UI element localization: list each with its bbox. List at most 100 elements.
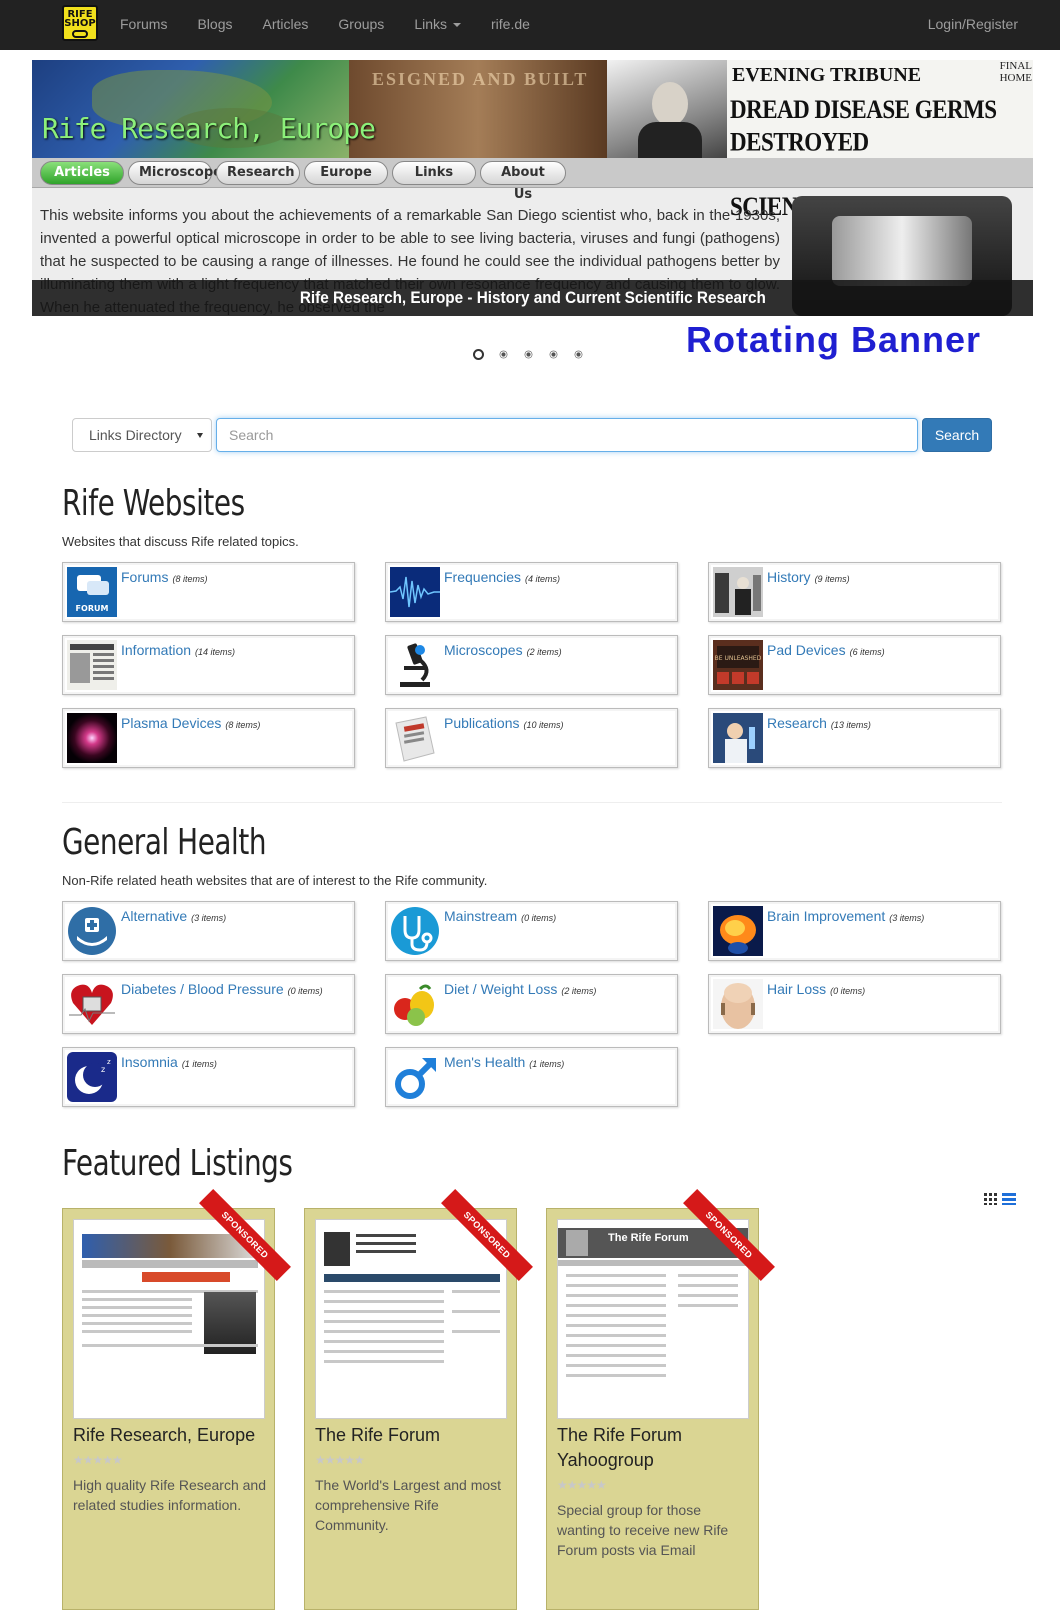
svg-text:z: z xyxy=(107,1058,111,1066)
category-card-mens-health[interactable]: Men's Health (1 items) xyxy=(385,1047,678,1107)
slider-dot[interactable] xyxy=(473,349,484,360)
item-count: (9 items) xyxy=(814,574,850,584)
banner-site-title: Rife Research, Europe xyxy=(42,112,376,145)
item-count: (8 items) xyxy=(225,720,261,730)
caret-down-icon xyxy=(453,23,461,28)
category-card-diet-weight-loss[interactable]: Diet / Weight Loss (2 items) xyxy=(385,974,678,1034)
item-count: (10 items) xyxy=(523,720,564,730)
listing-title[interactable]: The Rife Forum Yahoogroup xyxy=(557,1423,752,1473)
category-name[interactable]: Men's Health xyxy=(444,1054,525,1070)
category-name[interactable]: Frequencies xyxy=(444,569,521,585)
svg-text:z: z xyxy=(101,1065,105,1074)
category-name[interactable]: Diet / Weight Loss xyxy=(444,981,557,997)
nav-blogs[interactable]: Blogs xyxy=(182,0,247,50)
login-register-link[interactable]: Login/Register xyxy=(928,0,1018,48)
category-name[interactable]: Plasma Devices xyxy=(121,715,221,731)
category-name[interactable]: Diabetes / Blood Pressure xyxy=(121,981,284,997)
scientist-photo-head xyxy=(652,82,688,126)
directory-select[interactable]: Links Directory xyxy=(72,418,212,452)
category-name[interactable]: Brain Improvement xyxy=(767,908,885,924)
category-card-diabetes-blood-pressure[interactable]: Diabetes / Blood Pressure (0 items) xyxy=(62,974,355,1034)
category-name[interactable]: Hair Loss xyxy=(767,981,826,997)
category-card-forums[interactable]: FORUM Forums (8 items) xyxy=(62,562,355,622)
heart-icon xyxy=(67,979,117,1029)
svg-text:FORUM: FORUM xyxy=(76,604,109,613)
listing-title[interactable]: Rife Research, Europe xyxy=(73,1423,268,1448)
category-card-frequencies[interactable]: Frequencies (4 items) xyxy=(385,562,678,622)
banner-tab-europe[interactable]: Europe xyxy=(304,161,388,185)
category-card-research[interactable]: Research (13 items) xyxy=(708,708,1001,768)
item-count: (4 items) xyxy=(525,574,561,584)
category-name[interactable]: Alternative xyxy=(121,908,187,924)
category-name[interactable]: Pad Devices xyxy=(767,642,846,658)
bald-head-icon xyxy=(713,979,763,1029)
europe-map-image xyxy=(32,60,349,162)
nav-links-label: Links xyxy=(414,16,447,32)
nav-groups[interactable]: Groups xyxy=(323,0,399,50)
featured-listing-card[interactable]: SPONSORED Rife Research, Europe ★★★★★ Hi… xyxy=(62,1189,291,1610)
fruit-icon xyxy=(390,979,440,1029)
section-divider xyxy=(62,802,1002,803)
category-card-hair-loss[interactable]: Hair Loss (0 items) xyxy=(708,974,1001,1034)
category-name[interactable]: Mainstream xyxy=(444,908,517,924)
top-navbar: RIFE SHOP Forums Blogs Articles Groups L… xyxy=(0,0,1060,50)
category-name[interactable]: Research xyxy=(767,715,827,731)
male-symbol-icon xyxy=(390,1052,440,1102)
book-cover-text: ESIGNED AND BUILT xyxy=(372,69,589,89)
rotating-banner-annotation: Rotating Banner xyxy=(686,319,982,360)
item-count: (0 items) xyxy=(830,986,866,996)
list-view-icon[interactable] xyxy=(1002,1193,1016,1205)
category-name[interactable]: Insomnia xyxy=(121,1054,178,1070)
item-count: (6 items) xyxy=(849,647,885,657)
category-card-microscopes[interactable]: Microscopes (2 items) xyxy=(385,635,678,695)
search-button[interactable]: Search xyxy=(922,418,992,452)
dropdown-arrow-icon xyxy=(197,433,203,438)
category-name[interactable]: Microscopes xyxy=(444,642,523,658)
banner-tab-links[interactable]: Links xyxy=(392,161,476,185)
category-name[interactable]: Forums xyxy=(121,569,168,585)
nav-rife-de[interactable]: rife.de xyxy=(476,0,545,50)
category-card-plasma-devices[interactable]: Plasma Devices (8 items) xyxy=(62,708,355,768)
category-card-information[interactable]: Information (14 items) xyxy=(62,635,355,695)
grid-view-icon[interactable] xyxy=(984,1193,998,1205)
banner-caption-text: Rife Research, Europe - History and Curr… xyxy=(299,288,766,307)
banner-caption: Rife Research, Europe - History and Curr… xyxy=(32,280,1033,316)
slider-dot[interactable] xyxy=(525,351,532,358)
rife-websites-heading: Rife Websites xyxy=(62,483,245,524)
nav-links-dropdown[interactable]: Links xyxy=(399,0,476,50)
featured-listing-card[interactable]: SPONSORED The Rife Forum ★★★★★ The World… xyxy=(304,1189,533,1610)
slider-dot[interactable] xyxy=(550,351,557,358)
item-count: (13 items) xyxy=(830,720,871,730)
listing-screenshot xyxy=(315,1219,507,1419)
rotating-banner[interactable]: Rife Research, Europe ESIGNED AND BUILT … xyxy=(32,60,1033,316)
banner-tab-microscope[interactable]: Microscope xyxy=(128,161,222,185)
listing-screenshot: The Rife Forum xyxy=(557,1219,749,1419)
category-card-pad-devices[interactable]: BE UNLEASHED Pad Devices (6 items) xyxy=(708,635,1001,695)
listing-title[interactable]: The Rife Forum xyxy=(315,1423,510,1448)
nav-forums[interactable]: Forums xyxy=(105,0,182,50)
star-rating: ★★★★★ xyxy=(73,1453,123,1467)
category-card-insomnia[interactable]: zz Insomnia (1 items) xyxy=(62,1047,355,1107)
listing-description: High quality Rife Research and related s… xyxy=(73,1477,266,1513)
history-photo-icon xyxy=(713,567,763,617)
category-card-publications[interactable]: Publications (10 items) xyxy=(385,708,678,768)
category-card-brain-improvement[interactable]: Brain Improvement (3 items) xyxy=(708,901,1001,961)
banner-tab-about-us[interactable]: About Us xyxy=(480,161,566,202)
nav-articles[interactable]: Articles xyxy=(247,0,323,50)
category-name[interactable]: History xyxy=(767,569,811,585)
search-input[interactable] xyxy=(216,418,918,452)
category-card-history[interactable]: History (9 items) xyxy=(708,562,1001,622)
rife-shop-logo[interactable]: RIFE SHOP xyxy=(62,5,98,41)
slider-dot[interactable] xyxy=(500,351,507,358)
category-name[interactable]: Information xyxy=(121,642,191,658)
listing-screenshot xyxy=(73,1219,265,1419)
category-name[interactable]: Publications xyxy=(444,715,520,731)
slider-dot[interactable] xyxy=(575,351,582,358)
featured-listing-card[interactable]: The Rife Forum SPONSORED The Rife Forum … xyxy=(546,1189,775,1610)
banner-tab-research[interactable]: Research xyxy=(216,161,300,185)
category-card-alternative[interactable]: Alternative (3 items) xyxy=(62,901,355,961)
item-count: (2 items) xyxy=(526,647,562,657)
brain-icon xyxy=(713,906,763,956)
banner-tab-articles[interactable]: Articles xyxy=(40,161,124,185)
category-card-mainstream[interactable]: Mainstream (0 items) xyxy=(385,901,678,961)
